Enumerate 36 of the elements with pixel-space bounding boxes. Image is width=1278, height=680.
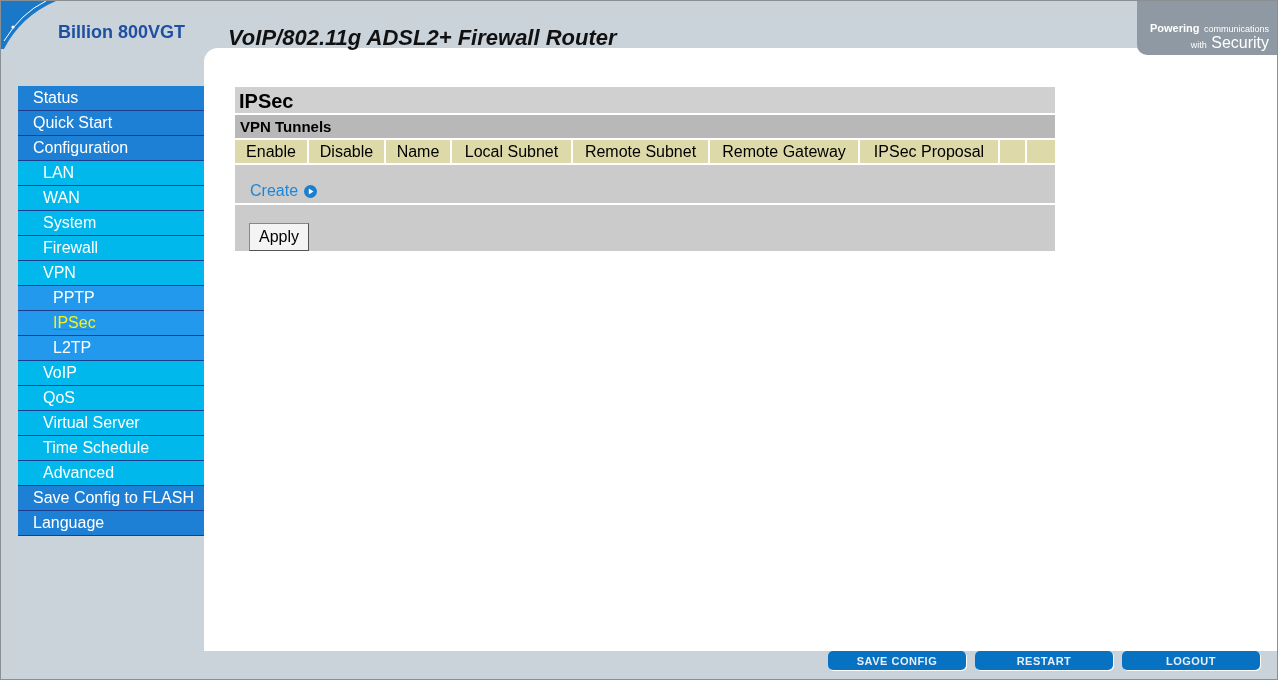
page-title: VoIP/802.11g ADSL2+ Firewall Router [228, 25, 617, 51]
column-header: IPSec Proposal [860, 140, 1000, 163]
menu-item[interactable]: PPTP [18, 286, 204, 311]
menu-item[interactable]: Time Schedule [18, 436, 204, 461]
apply-button[interactable]: Apply [249, 223, 310, 251]
menu-item[interactable]: Advanced [18, 461, 204, 486]
menu-item[interactable]: Firewall [18, 236, 204, 261]
menu-item[interactable]: Configuration [18, 136, 204, 161]
menu-item[interactable]: L2TP [18, 336, 204, 361]
footer-button[interactable]: SAVE CONFIG [828, 651, 966, 670]
footer-button[interactable]: RESTART [975, 651, 1113, 670]
menu-item[interactable]: VPN [18, 261, 204, 286]
footer-button[interactable]: LOGOUT [1122, 651, 1260, 670]
menu-item[interactable]: WAN [18, 186, 204, 211]
subsection-title: VPN Tunnels [235, 115, 1055, 140]
section-title: IPSec [235, 87, 1055, 115]
menu-item[interactable]: Virtual Server [18, 411, 204, 436]
menu-item[interactable]: System [18, 211, 204, 236]
product-name: Billion 800VGT [58, 22, 187, 43]
column-header: Enable [235, 140, 309, 163]
menu-item[interactable]: LAN [18, 161, 204, 186]
menu-item[interactable]: Language [18, 511, 204, 536]
menu-item[interactable]: Save Config to FLASH [18, 486, 204, 511]
menu-item[interactable]: Quick Start [18, 111, 204, 136]
menu-item[interactable]: Status [18, 86, 204, 111]
column-header: Disable [309, 140, 386, 163]
create-link[interactable]: Create [250, 182, 318, 200]
play-circle-icon [304, 184, 318, 198]
column-header: Remote Subnet [573, 140, 710, 163]
column-header: Remote Gateway [710, 140, 860, 163]
column-header: Local Subnet [452, 140, 573, 163]
menu-item[interactable]: QoS [18, 386, 204, 411]
menu-item[interactable]: VoIP [18, 361, 204, 386]
menu-item[interactable]: IPSec [18, 311, 204, 336]
column-header: Name [386, 140, 452, 163]
slogan-logo: Powering communications with Security [1137, 1, 1277, 55]
